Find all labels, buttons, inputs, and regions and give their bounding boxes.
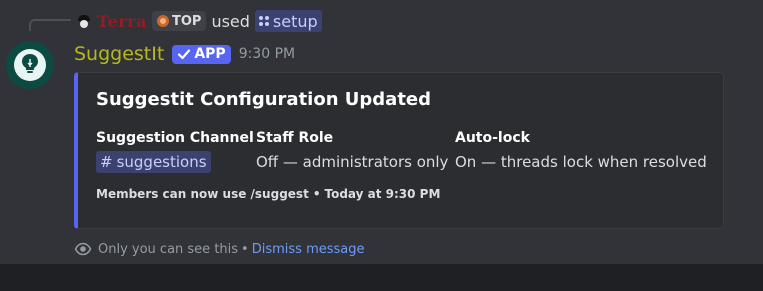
field-name: Suggestion Channel bbox=[96, 130, 254, 146]
footer-timestamp: Today at 9:30 PM bbox=[324, 187, 441, 201]
guild-tag-label: TOP bbox=[171, 13, 202, 29]
reply-user-avatar[interactable] bbox=[76, 13, 92, 29]
eye-icon bbox=[74, 242, 92, 256]
slash-command-icon bbox=[258, 16, 269, 26]
field-value: On — threads lock when resolved bbox=[455, 153, 707, 171]
reply-username[interactable]: Terra bbox=[97, 12, 147, 31]
field-name: Auto-lock bbox=[455, 130, 530, 146]
ephemeral-separator: • bbox=[241, 241, 249, 257]
footer-separator: • bbox=[312, 187, 321, 201]
app-badge-label: APP bbox=[194, 46, 226, 62]
embed-field-auto-lock: Auto-lock On — threads lock when resolve… bbox=[455, 128, 707, 173]
channel-hash-icon: # bbox=[100, 153, 113, 171]
message-timestamp[interactable]: 9:30 PM bbox=[239, 46, 295, 62]
field-name: Staff Role bbox=[256, 130, 334, 146]
app-badge: APP bbox=[172, 44, 231, 64]
field-value: Off — administrators only bbox=[256, 153, 449, 171]
ephemeral-notice: Only you can see this • Dismiss message bbox=[74, 239, 365, 259]
reply-context[interactable]: Terra TOP used setup bbox=[76, 9, 322, 33]
footer-text: Members can now use /suggest bbox=[96, 187, 309, 201]
bot-username[interactable]: SuggestIt bbox=[74, 43, 164, 65]
command-name: setup bbox=[272, 11, 318, 31]
check-icon bbox=[178, 49, 191, 60]
lightbulb-avatar-icon bbox=[22, 54, 38, 73]
embed-field-suggestion-channel: Suggestion Channel # suggestions bbox=[96, 128, 254, 173]
bot-avatar[interactable] bbox=[6, 41, 54, 89]
embed-card: Suggestit Configuration Updated Suggesti… bbox=[74, 72, 724, 229]
bottom-strip bbox=[0, 264, 763, 291]
channel-mention[interactable]: # suggestions bbox=[96, 151, 211, 173]
embed-footer: Members can now use /suggest • Today at 9:… bbox=[96, 187, 440, 201]
dismiss-message-link[interactable]: Dismiss message bbox=[252, 242, 365, 257]
embed-title: Suggestit Configuration Updated bbox=[96, 89, 432, 110]
reply-spine bbox=[29, 19, 71, 31]
reply-used-text: used bbox=[211, 11, 250, 31]
command-mention[interactable]: setup bbox=[254, 10, 322, 32]
field-value: # suggestions bbox=[96, 151, 254, 173]
ephemeral-text: Only you can see this bbox=[98, 241, 239, 257]
channel-name: suggestions bbox=[116, 153, 207, 171]
guild-tag-icon bbox=[156, 15, 169, 27]
embed-field-staff-role: Staff Role Off — administrators only bbox=[256, 128, 448, 173]
guild-tag[interactable]: TOP bbox=[151, 11, 207, 31]
message-header: SuggestIt APP 9:30 PM bbox=[74, 40, 295, 68]
